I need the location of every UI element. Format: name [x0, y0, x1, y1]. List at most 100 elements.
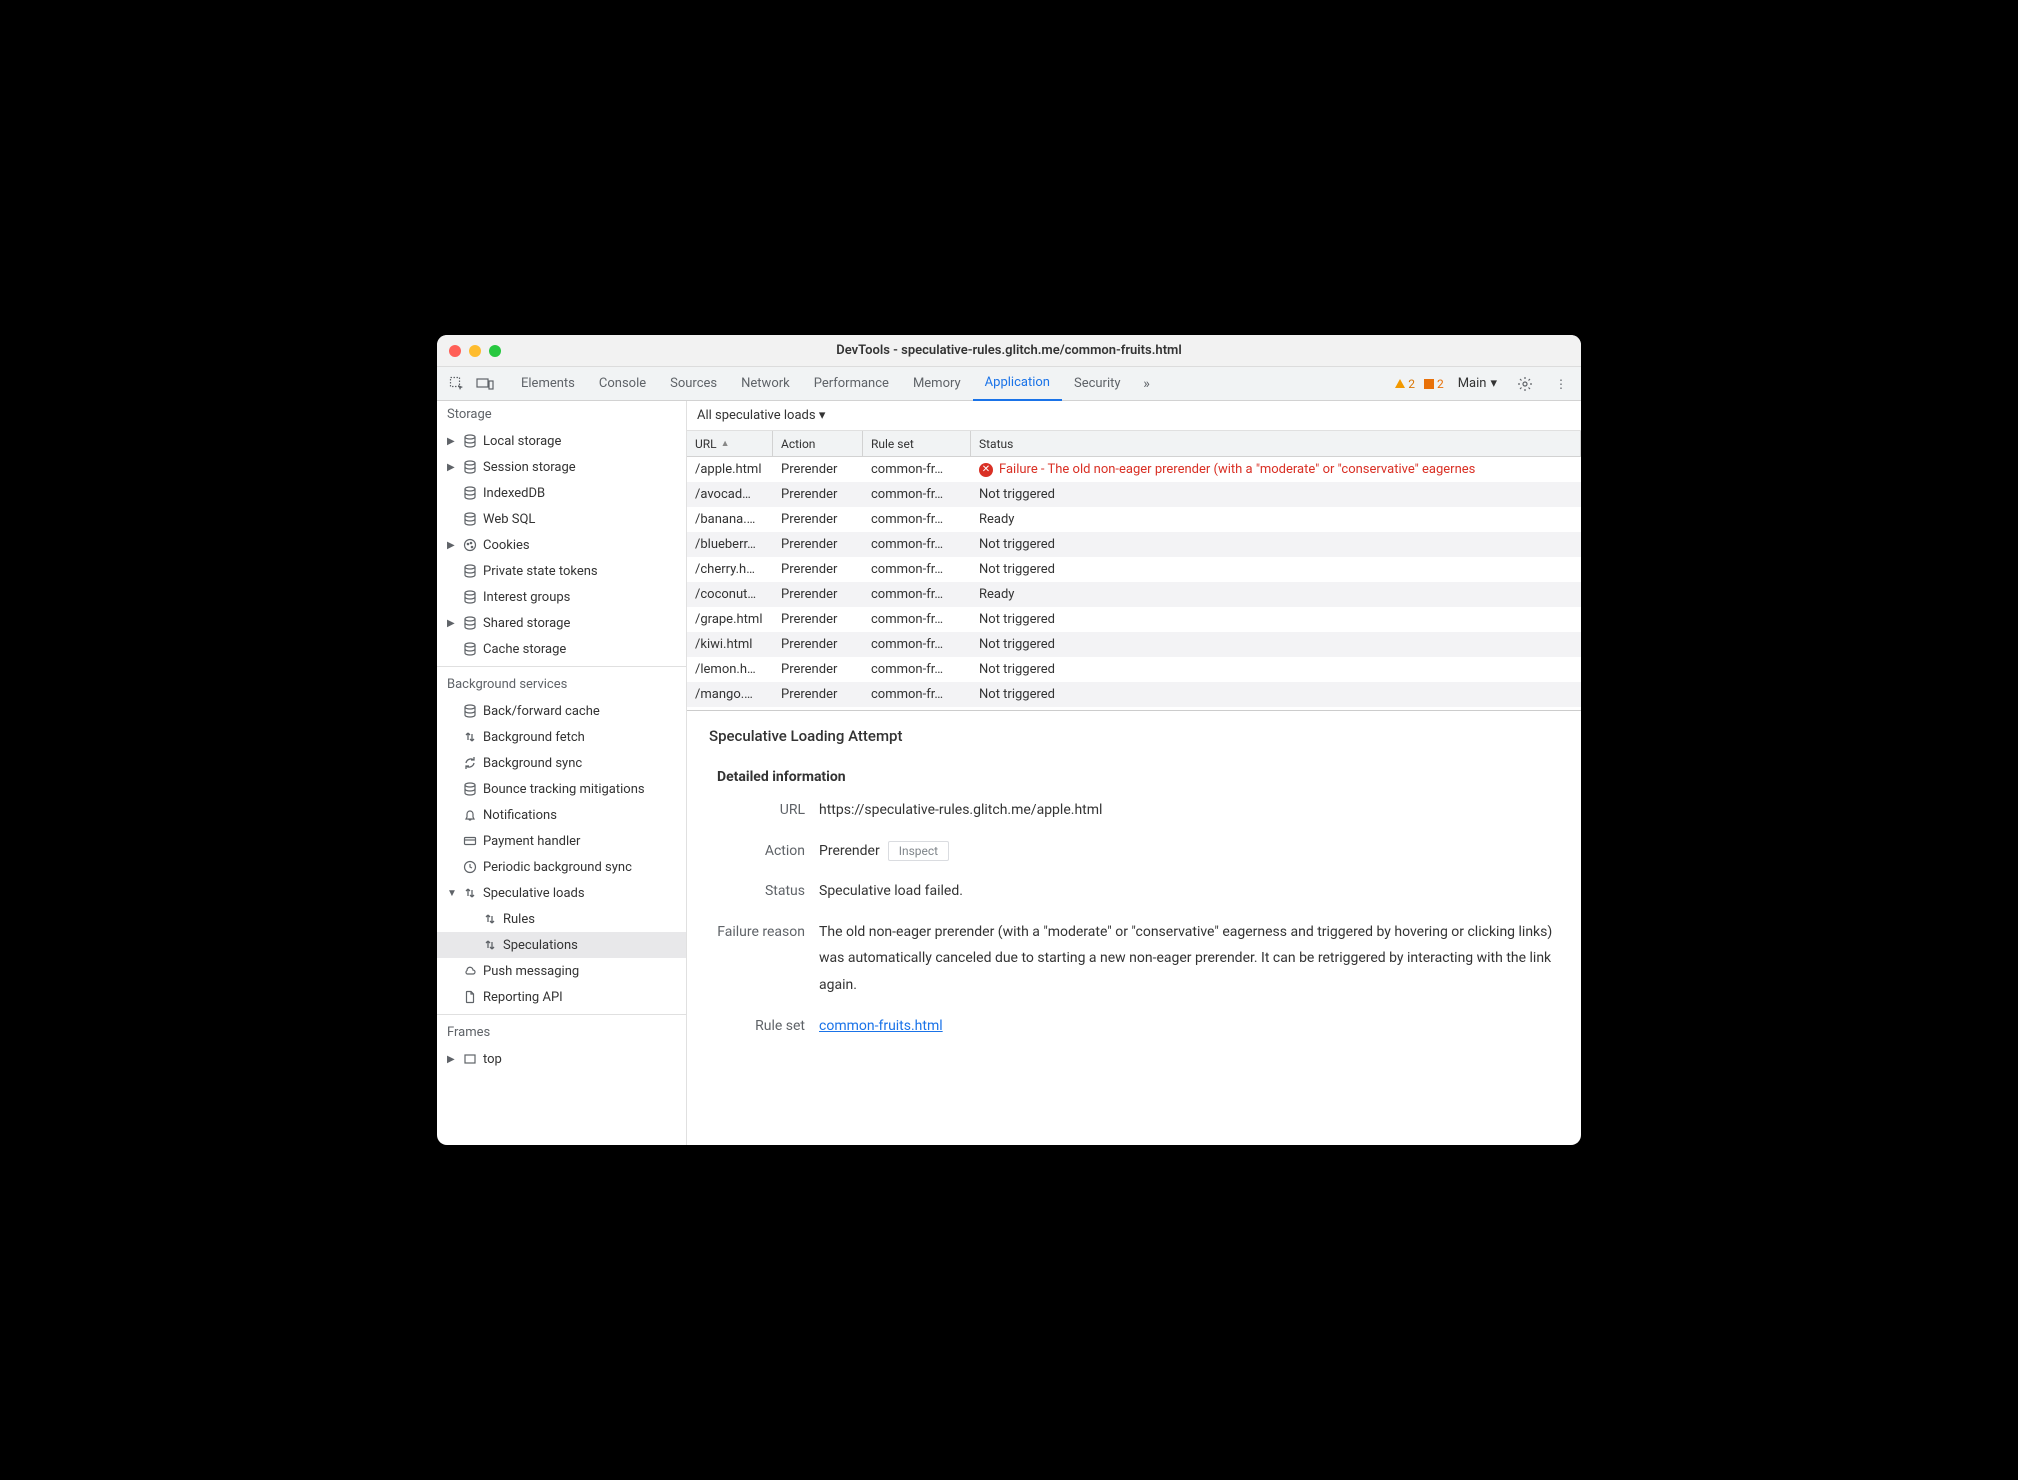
cell-action: Prerender — [773, 632, 863, 657]
arrow-right-icon: ▶ — [447, 540, 457, 551]
tab-console[interactable]: Console — [587, 367, 658, 401]
label-ruleset: Rule set — [709, 1013, 819, 1040]
sidebar-item-indexeddb[interactable]: IndexedDB — [437, 480, 686, 506]
col-action[interactable]: Action — [773, 431, 863, 456]
cell-action: Prerender — [773, 507, 863, 532]
more-menu-icon[interactable]: ⋮ — [1547, 370, 1575, 398]
sidebar-item-reporting-api[interactable]: Reporting API — [437, 984, 686, 1010]
cell-ruleset: common-fr… — [863, 657, 971, 682]
table-row[interactable]: /mango.…Prerendercommon-fr…Not triggered — [687, 682, 1581, 707]
cell-ruleset: common-fr… — [863, 557, 971, 582]
table-row[interactable]: /coconut…Prerendercommon-fr…Ready — [687, 582, 1581, 607]
device-toolbar-icon[interactable] — [471, 370, 499, 398]
table-row[interactable]: /banana.…Prerendercommon-fr…Ready — [687, 507, 1581, 532]
tab-network[interactable]: Network — [729, 367, 802, 401]
table-header: URL▲ Action Rule set Status — [687, 431, 1581, 457]
tab-application[interactable]: Application — [973, 367, 1062, 401]
db-icon — [461, 616, 479, 630]
sidebar-item-speculations[interactable]: Speculations — [437, 932, 686, 958]
sidebar-item-label: Interest groups — [483, 590, 570, 605]
cell-action: Prerender — [773, 607, 863, 632]
card-icon — [461, 834, 479, 848]
zoom-icon[interactable] — [489, 345, 501, 357]
cell-status: Not triggered — [971, 482, 1581, 507]
section-frames: Frames — [437, 1019, 686, 1046]
db-icon — [461, 512, 479, 526]
col-status[interactable]: Status — [971, 431, 1581, 456]
sidebar-item-background-fetch[interactable]: Background fetch — [437, 724, 686, 750]
chevron-down-icon: ▾ — [819, 408, 826, 423]
db-icon — [461, 642, 479, 656]
chevron-down-icon: ▾ — [1490, 376, 1497, 391]
cell-action: Prerender — [773, 482, 863, 507]
sidebar-item-payment-handler[interactable]: Payment handler — [437, 828, 686, 854]
table-row[interactable]: /cherry.h…Prerendercommon-fr…Not trigger… — [687, 557, 1581, 582]
traffic-lights — [449, 345, 501, 357]
sidebar-item-push-messaging[interactable]: Push messaging — [437, 958, 686, 984]
sidebar-item-label: Back/forward cache — [483, 704, 600, 719]
sidebar-item-bounce-tracking-mitigations[interactable]: Bounce tracking mitigations — [437, 776, 686, 802]
sidebar-item-periodic-background-sync[interactable]: Periodic background sync — [437, 854, 686, 880]
cell-url: /coconut… — [687, 582, 773, 607]
content: All speculative loads ▾ URL▲ Action Rule… — [687, 401, 1581, 1145]
cell-status: Not triggered — [971, 682, 1581, 707]
cell-status: Ready — [971, 507, 1581, 532]
tab-security[interactable]: Security — [1062, 367, 1133, 401]
sidebar-item-background-sync[interactable]: Background sync — [437, 750, 686, 776]
sidebar-item-rules[interactable]: Rules — [437, 906, 686, 932]
table-row[interactable]: /kiwi.htmlPrerendercommon-fr…Not trigger… — [687, 632, 1581, 657]
tab-memory[interactable]: Memory — [901, 367, 973, 401]
detail-ruleset-link[interactable]: common-fruits.html — [819, 1018, 943, 1034]
sidebar-item-interest-groups[interactable]: Interest groups — [437, 584, 686, 610]
table-row[interactable]: /lemon.h…Prerendercommon-fr…Not triggere… — [687, 657, 1581, 682]
sidebar-item-notifications[interactable]: Notifications — [437, 802, 686, 828]
cell-status: ✕Failure - The old non-eager prerender (… — [971, 457, 1581, 482]
sidebar-item-top[interactable]: ▶top — [437, 1046, 686, 1072]
sidebar-item-web-sql[interactable]: Web SQL — [437, 506, 686, 532]
sidebar-item-label: Background fetch — [483, 730, 585, 745]
issues-badge[interactable]: 2 — [1423, 377, 1444, 391]
warning-badge[interactable]: 2 — [1394, 377, 1415, 391]
table-row[interactable]: /avocad…Prerendercommon-fr…Not triggered — [687, 482, 1581, 507]
sidebar-item-speculative-loads[interactable]: ▼Speculative loads — [437, 880, 686, 906]
error-icon: ✕ — [979, 463, 993, 477]
arrow-right-icon: ▶ — [447, 1054, 457, 1065]
sidebar-item-local-storage[interactable]: ▶Local storage — [437, 428, 686, 454]
sidebar-item-back-forward-cache[interactable]: Back/forward cache — [437, 698, 686, 724]
sidebar-item-label: Bounce tracking mitigations — [483, 782, 645, 797]
cell-url: /kiwi.html — [687, 632, 773, 657]
cell-ruleset: common-fr… — [863, 582, 971, 607]
tab-performance[interactable]: Performance — [802, 367, 901, 401]
detail-status: Speculative load failed. — [819, 878, 1559, 905]
minimize-icon[interactable] — [469, 345, 481, 357]
sidebar-item-label: Speculations — [503, 938, 578, 953]
table-row[interactable]: /blueberr…Prerendercommon-fr…Not trigger… — [687, 532, 1581, 557]
sidebar-item-shared-storage[interactable]: ▶Shared storage — [437, 610, 686, 636]
settings-icon[interactable] — [1511, 370, 1539, 398]
filter-dropdown[interactable]: All speculative loads ▾ — [697, 408, 825, 423]
sidebar-item-label: Rules — [503, 912, 535, 927]
sidebar-item-cookies[interactable]: ▶Cookies — [437, 532, 686, 558]
toolbar: ElementsConsoleSourcesNetworkPerformance… — [437, 367, 1581, 401]
sidebar-item-label: Payment handler — [483, 834, 580, 849]
sidebar-item-session-storage[interactable]: ▶Session storage — [437, 454, 686, 480]
sidebar-item-private-state-tokens[interactable]: Private state tokens — [437, 558, 686, 584]
col-url[interactable]: URL▲ — [687, 431, 773, 456]
updown-icon — [461, 886, 479, 900]
inspect-button[interactable]: Inspect — [888, 841, 949, 861]
sidebar-item-label: Notifications — [483, 808, 557, 823]
speculation-table: URL▲ Action Rule set Status /apple.htmlP… — [687, 431, 1581, 711]
table-row[interactable]: /apple.htmlPrerendercommon-fr…✕Failure -… — [687, 457, 1581, 482]
tab-sources[interactable]: Sources — [658, 367, 729, 401]
close-icon[interactable] — [449, 345, 461, 357]
tab-elements[interactable]: Elements — [509, 367, 587, 401]
detail-title: Speculative Loading Attempt — [709, 727, 1559, 745]
db-icon — [461, 460, 479, 474]
table-row[interactable]: /grape.htmlPrerendercommon-fr…Not trigge… — [687, 607, 1581, 632]
updown-icon — [481, 912, 499, 926]
target-selector[interactable]: Main▾ — [1452, 372, 1503, 395]
inspect-element-icon[interactable] — [443, 370, 471, 398]
col-ruleset[interactable]: Rule set — [863, 431, 971, 456]
sidebar-item-cache-storage[interactable]: Cache storage — [437, 636, 686, 662]
more-tabs-icon[interactable]: » — [1133, 370, 1161, 398]
